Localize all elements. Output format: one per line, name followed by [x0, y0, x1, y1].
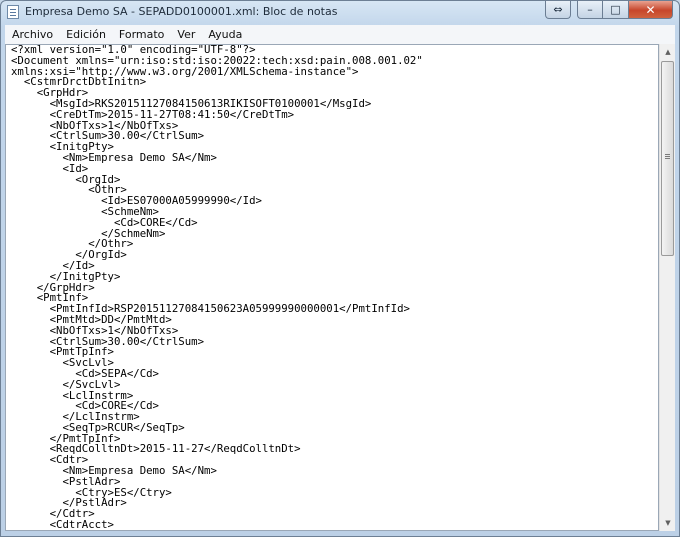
scroll-down-icon[interactable]: ▼: [660, 515, 676, 531]
menu-ver[interactable]: Ver: [170, 28, 201, 41]
close-button[interactable]: ✕: [629, 1, 673, 19]
menu-edicion[interactable]: Edición: [59, 28, 112, 41]
text-line: <CdtrAcct>: [11, 518, 114, 531]
text-content: <?xml version="1.0" encoding="UTF-8"?> <D…: [11, 45, 423, 531]
restore-arrows-button[interactable]: ⇔: [545, 1, 571, 19]
notepad-icon[interactable]: [7, 5, 19, 19]
vertical-scrollbar[interactable]: ▲ ▼: [659, 44, 675, 531]
menu-formato[interactable]: Formato: [112, 28, 171, 41]
window-title: Empresa Demo SA - SEPADD0100001.xml: Blo…: [25, 5, 338, 18]
maximize-button[interactable]: □: [603, 1, 629, 19]
grip-icon: [665, 154, 670, 155]
window-controls: ⇔ – □ ✕: [545, 1, 673, 19]
notepad-window: Empresa Demo SA - SEPADD0100001.xml: Blo…: [0, 0, 680, 537]
title-bar[interactable]: Empresa Demo SA - SEPADD0100001.xml: Blo…: [1, 1, 679, 23]
scroll-up-icon[interactable]: ▲: [660, 44, 676, 60]
menu-ayuda[interactable]: Ayuda: [201, 28, 248, 41]
scrollbar-thumb[interactable]: [661, 61, 674, 256]
minimize-button[interactable]: –: [577, 1, 603, 19]
text-editor-area[interactable]: <?xml version="1.0" encoding="UTF-8"?> <D…: [5, 44, 659, 531]
menu-archivo[interactable]: Archivo: [5, 28, 59, 41]
menu-bar: Archivo Edición Formato Ver Ayuda: [5, 25, 675, 45]
